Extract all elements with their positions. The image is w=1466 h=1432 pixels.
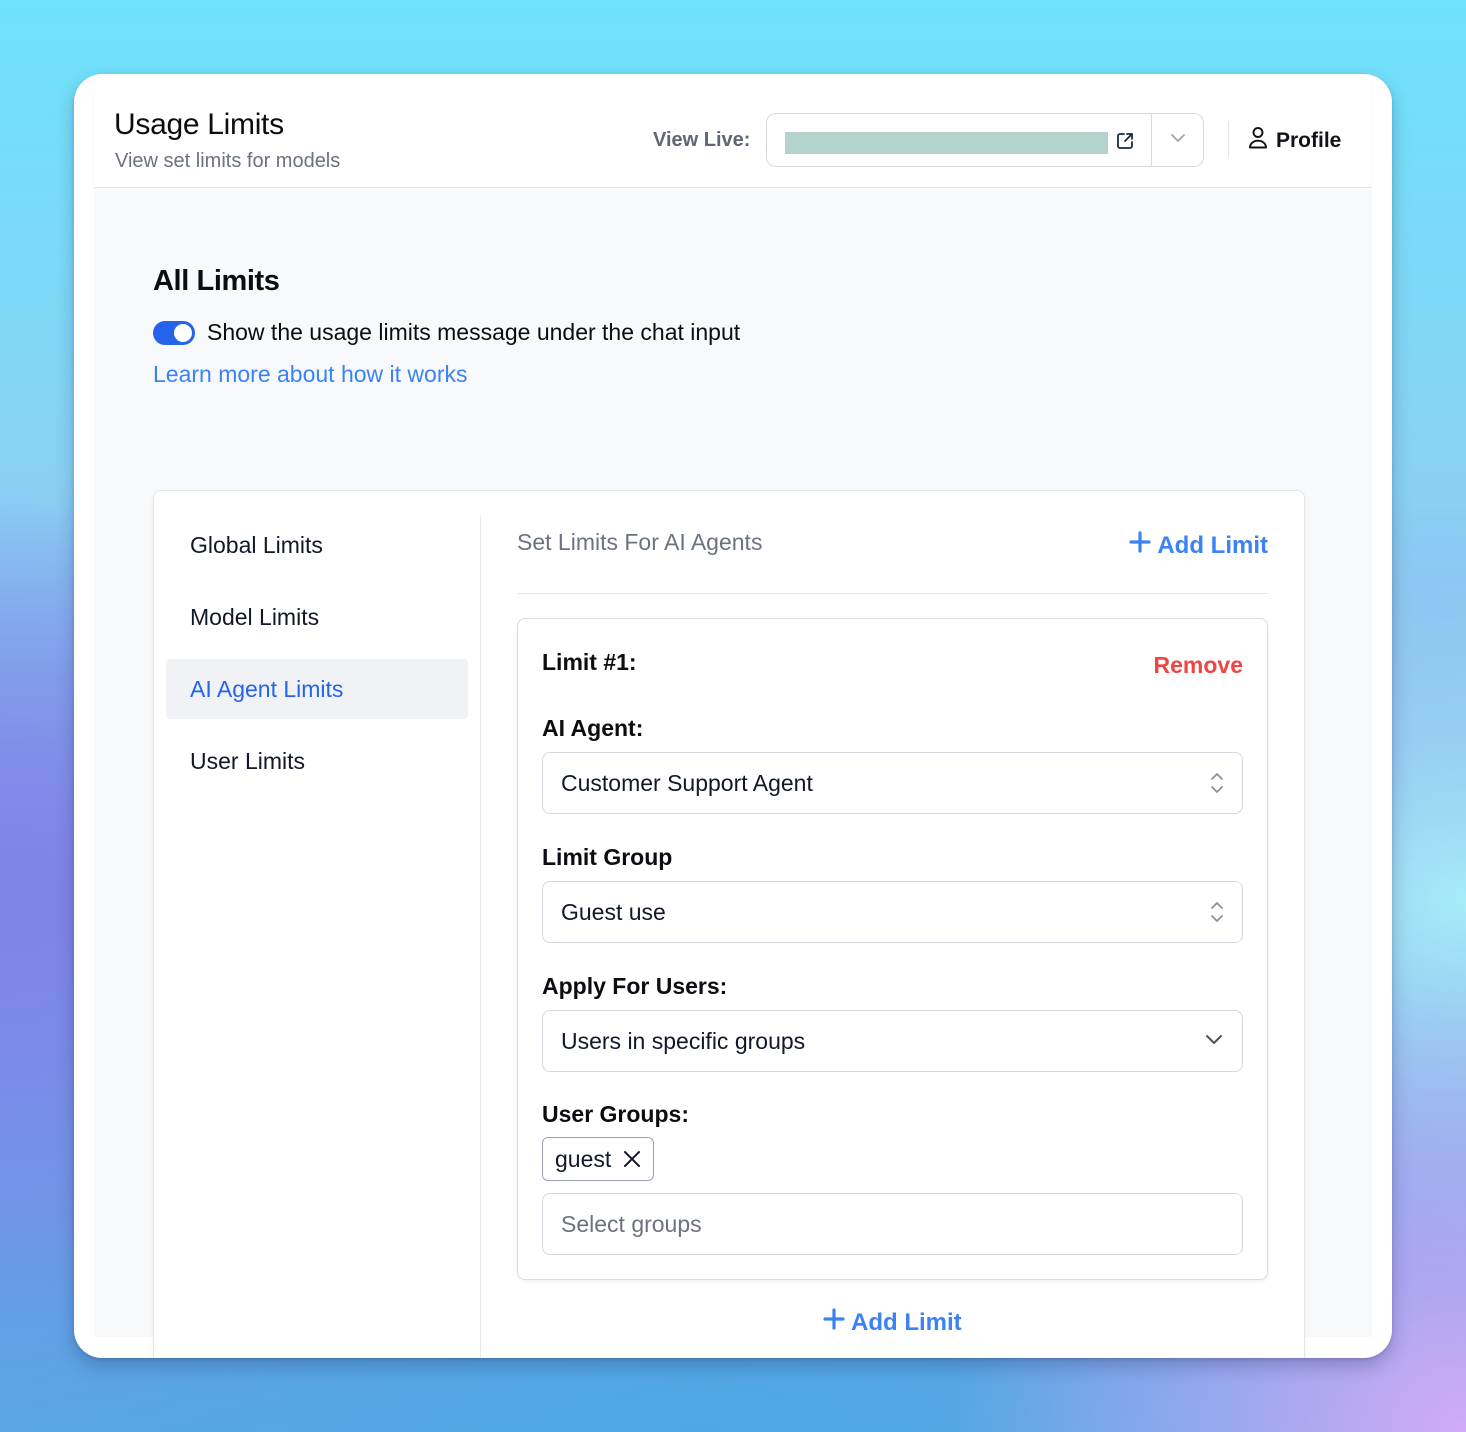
add-limit-label: Add Limit: [1157, 531, 1268, 559]
add-limit-button-bottom[interactable]: Add Limit: [823, 1308, 962, 1337]
usage-message-toggle[interactable]: [153, 320, 195, 345]
sidebar-divider: [480, 516, 481, 1358]
sidebar-item-model-limits[interactable]: Model Limits: [166, 587, 468, 647]
close-icon[interactable]: [623, 1150, 641, 1168]
add-limit-label: Add Limit: [851, 1308, 962, 1336]
remove-limit-button[interactable]: Remove: [1154, 652, 1243, 679]
sidebar-item-ai-agent-limits[interactable]: AI Agent Limits: [166, 659, 468, 719]
apply-for-users-label: Apply For Users:: [542, 973, 728, 999]
page-title: Usage Limits: [114, 108, 284, 141]
ai-agent-select[interactable]: Customer Support Agent: [542, 752, 1243, 814]
user-groups-label: User Groups:: [542, 1101, 689, 1127]
toggle-label: Show the usage limits message under the …: [207, 319, 741, 345]
page-subtitle: View set limits for models: [115, 150, 341, 172]
add-limit-button-top[interactable]: Add Limit: [1129, 531, 1268, 560]
plus-icon: [823, 1308, 845, 1337]
profile-label: Profile: [1276, 129, 1342, 152]
sidebar-item-global-limits[interactable]: Global Limits: [166, 515, 468, 575]
sidebar-item-user-limits[interactable]: User Limits: [166, 731, 468, 791]
select-groups-input[interactable]: [542, 1193, 1243, 1255]
section-title: All Limits: [153, 265, 280, 297]
limits-card: Global Limits Model Limits AI Agent Limi…: [153, 490, 1305, 1358]
panel-title: Set Limits For AI Agents: [517, 529, 763, 555]
apply-for-users-value: Users in specific groups: [561, 1028, 806, 1054]
view-live-label: View Live:: [653, 129, 751, 151]
ai-agent-value: Customer Support Agent: [561, 770, 813, 796]
learn-more-link[interactable]: Learn more about how it works: [153, 361, 468, 388]
limits-sidebar: Global Limits Model Limits AI Agent Limi…: [166, 515, 468, 803]
limit-title: Limit #1:: [542, 649, 637, 675]
view-live-dropdown-button[interactable]: [1152, 114, 1203, 166]
header-divider: [1228, 121, 1229, 157]
app-window: Usage Limits View set limits for models …: [74, 74, 1392, 1358]
plus-icon: [1129, 531, 1151, 560]
limit-card: Limit #1: Remove AI Agent: Customer Supp…: [517, 618, 1268, 1280]
page-header: Usage Limits View set limits for models …: [94, 74, 1372, 188]
limit-group-value: Guest use: [561, 899, 666, 925]
user-group-chip: guest: [542, 1137, 655, 1181]
content-area: All Limits Show the usage limits message…: [94, 189, 1372, 1358]
user-icon: [1248, 126, 1268, 156]
external-link-icon[interactable]: [1115, 131, 1135, 151]
usage-message-toggle-row: Show the usage limits message under the …: [153, 319, 740, 346]
profile-button[interactable]: Profile: [1248, 126, 1341, 156]
limit-group-select[interactable]: Guest use: [542, 881, 1243, 943]
chevron-down-icon: [1169, 131, 1187, 149]
chevron-up-down-icon: [1210, 900, 1224, 929]
chevron-down-icon: [1204, 1033, 1224, 1052]
view-live-selector: [766, 113, 1204, 167]
toggle-knob: [174, 323, 192, 342]
apply-for-users-select[interactable]: Users in specific groups: [542, 1010, 1243, 1072]
redacted-url: [785, 132, 1108, 154]
ai-agent-label: AI Agent:: [542, 715, 644, 741]
chip-label: guest: [555, 1145, 612, 1172]
panel-divider: [517, 593, 1268, 594]
chevron-up-down-icon: [1210, 771, 1224, 800]
view-live-url-field[interactable]: [767, 114, 1152, 166]
limit-group-label: Limit Group: [542, 844, 673, 870]
